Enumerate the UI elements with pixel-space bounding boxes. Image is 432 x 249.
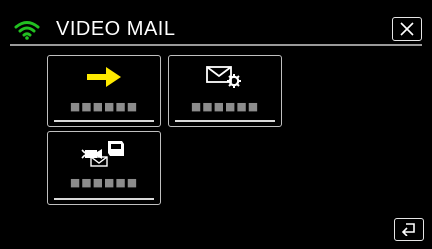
- header-divider: [10, 44, 422, 46]
- proceed-tile-button[interactable]: ■■■■■■: [47, 55, 161, 127]
- camera-mail-tile-button[interactable]: ■■■■■■: [47, 131, 161, 205]
- return-icon: [401, 223, 415, 236]
- header-bar: VIDEO MAIL: [0, 0, 432, 45]
- page-title: VIDEO MAIL: [56, 18, 176, 40]
- close-icon: [400, 22, 414, 36]
- mail-settings-tile-button[interactable]: ■■■■■■: [168, 55, 282, 127]
- tile-underline: [175, 120, 275, 122]
- camera-mail-icon: [81, 141, 124, 167]
- video-mail-screen: VIDEO MAIL ■■■■■■ ■■■■■■ ■■■■■■: [0, 0, 432, 249]
- mail-settings-icon: [206, 66, 241, 88]
- tile-label: ■■■■■■: [69, 100, 139, 113]
- back-button[interactable]: [394, 218, 424, 241]
- tile-label: ■■■■■■: [69, 176, 139, 189]
- arrow-right-icon: [87, 67, 121, 87]
- tile-label: ■■■■■■: [190, 100, 260, 113]
- tile-underline: [54, 198, 154, 200]
- close-button[interactable]: [392, 17, 422, 41]
- tile-underline: [54, 120, 154, 122]
- wifi-signal-icon: [14, 20, 40, 40]
